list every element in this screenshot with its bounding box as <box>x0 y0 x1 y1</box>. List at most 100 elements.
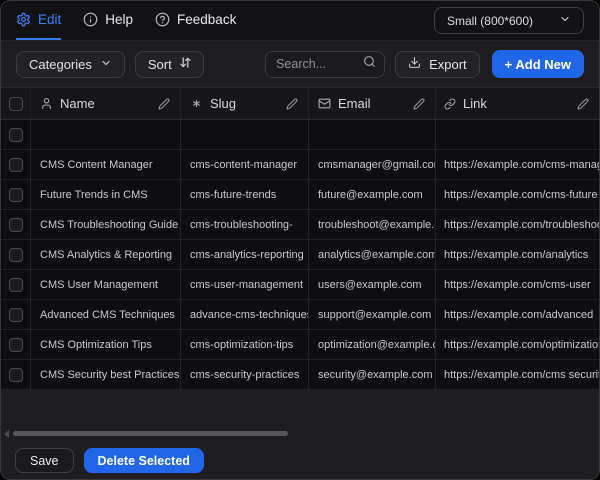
cell-link[interactable]: https://example.com/cms-future <box>436 180 599 209</box>
categories-dropdown[interactable]: Categories <box>16 50 125 78</box>
cell-link[interactable]: https://example.com/cms security <box>436 360 599 389</box>
cell-name[interactable]: CMS Analytics & Reporting <box>31 240 181 269</box>
column-label-name: Name <box>60 96 95 111</box>
column-header-name: Name <box>31 88 181 119</box>
horizontal-scrollbar[interactable] <box>13 431 288 436</box>
cell-link[interactable]: https://example.com/troubleshoot <box>436 210 599 239</box>
asterisk-icon <box>190 97 203 110</box>
chevron-down-icon <box>559 13 571 28</box>
row-checkbox-cell <box>1 300 31 329</box>
tab-feedback-label: Feedback <box>177 12 237 27</box>
size-select-value: Small (800*600) <box>446 13 533 28</box>
tab-edit-label: Edit <box>38 12 62 27</box>
edit-column-icon[interactable] <box>413 98 425 110</box>
cell-email[interactable]: troubleshoot@example.com <box>309 210 436 239</box>
search-input[interactable] <box>276 57 358 71</box>
cell-name[interactable]: CMS Troubleshooting Guide <box>31 210 181 239</box>
cell-slug[interactable]: cms-content-manager <box>181 150 309 179</box>
table-row <box>1 120 599 150</box>
row-checkbox-cell <box>1 360 31 389</box>
column-label-email: Email <box>338 96 371 111</box>
footer-buttons: Save Delete Selected <box>15 448 204 473</box>
cell-slug[interactable]: cms-analytics-reporting <box>181 240 309 269</box>
row-checkbox-cell <box>1 150 31 179</box>
cell-link[interactable]: https://example.com/cms-user <box>436 270 599 299</box>
row-checkbox[interactable] <box>8 307 23 322</box>
sort-arrows-icon <box>179 56 191 72</box>
column-header-slug: Slug <box>181 88 309 119</box>
edit-column-icon[interactable] <box>577 98 589 110</box>
edit-column-icon[interactable] <box>286 98 298 110</box>
table-row: CMS User Management cms-user-management … <box>1 270 599 300</box>
cell-email[interactable]: security@example.com <box>309 360 436 389</box>
sort-button[interactable]: Sort <box>134 50 204 78</box>
cell-link[interactable] <box>436 120 599 149</box>
scrollbar-left-arrow-icon[interactable] <box>4 430 9 438</box>
cell-link[interactable]: https://example.com/cms-manag <box>436 150 599 179</box>
cell-name[interactable] <box>31 120 181 149</box>
save-button[interactable]: Save <box>15 448 74 473</box>
tab-edit[interactable]: Edit <box>16 1 62 40</box>
cell-name[interactable]: CMS Content Manager <box>31 150 181 179</box>
row-checkbox[interactable] <box>8 337 23 352</box>
row-checkbox[interactable] <box>8 247 23 262</box>
cell-slug[interactable]: cms-troubleshooting- <box>181 210 309 239</box>
cell-email[interactable]: optimization@example.com <box>309 330 436 359</box>
add-new-label: + Add New <box>504 56 571 72</box>
row-checkbox[interactable] <box>8 157 23 172</box>
add-new-button[interactable]: + Add New <box>491 50 584 78</box>
person-icon <box>40 97 53 110</box>
table-row: CMS Content Manager cms-content-manager … <box>1 150 599 180</box>
cell-link[interactable]: https://example.com/optimization <box>436 330 599 359</box>
row-checkbox[interactable] <box>8 277 23 292</box>
row-checkbox[interactable] <box>8 187 23 202</box>
cell-slug[interactable] <box>181 120 309 149</box>
cell-email[interactable]: users@example.com <box>309 270 436 299</box>
cell-link[interactable]: https://example.com/advanced <box>436 300 599 329</box>
cell-name[interactable]: CMS User Management <box>31 270 181 299</box>
row-checkbox-cell <box>1 270 31 299</box>
table-row: CMS Optimization Tips cms-optimization-t… <box>1 330 599 360</box>
gear-icon <box>16 12 31 27</box>
cell-name[interactable]: Advanced CMS Techniques <box>31 300 181 329</box>
cell-slug[interactable]: cms-future-trends <box>181 180 309 209</box>
chevron-down-icon <box>100 57 112 72</box>
delete-selected-button[interactable]: Delete Selected <box>83 448 204 473</box>
row-checkbox-cell <box>1 240 31 269</box>
row-checkbox[interactable] <box>8 367 23 382</box>
row-checkbox[interactable] <box>8 127 23 142</box>
table-row: CMS Analytics & Reporting cms-analytics-… <box>1 240 599 270</box>
cell-name[interactable]: CMS Security best Practices <box>31 360 181 389</box>
cell-slug[interactable]: cms-user-management <box>181 270 309 299</box>
cell-name[interactable]: Future Trends in CMS <box>31 180 181 209</box>
column-header-link: Link <box>436 88 599 119</box>
cell-slug[interactable]: advance-cms-techniques <box>181 300 309 329</box>
cell-email[interactable]: analytics@example.com <box>309 240 436 269</box>
column-label-slug: Slug <box>210 96 237 111</box>
export-button[interactable]: Export <box>395 50 480 78</box>
top-bar: Edit Help Feedback Small (800*600) <box>1 1 599 41</box>
cell-email[interactable] <box>309 120 436 149</box>
cell-email[interactable]: support@example.com <box>309 300 436 329</box>
tab-help[interactable]: Help <box>83 1 133 40</box>
cell-link[interactable]: https://example.com/analytics <box>436 240 599 269</box>
save-button-label: Save <box>30 453 59 468</box>
table-row: CMS Security best Practices cms-security… <box>1 360 599 390</box>
edit-column-icon[interactable] <box>158 98 170 110</box>
cell-slug[interactable]: cms-security-practices <box>181 360 309 389</box>
search-icon <box>363 55 376 73</box>
cell-email[interactable]: cmsmanager@gmail.com <box>309 150 436 179</box>
table-row: CMS Troubleshooting Guide cms-troublesho… <box>1 210 599 240</box>
cell-name[interactable]: CMS Optimization Tips <box>31 330 181 359</box>
categories-label: Categories <box>29 56 92 72</box>
select-all-checkbox[interactable] <box>8 96 23 111</box>
bottom-panel: Save Delete Selected <box>1 390 599 479</box>
cell-slug[interactable]: cms-optimization-tips <box>181 330 309 359</box>
data-table: Name Slug Email Link CMS Content Manager… <box>1 88 599 390</box>
tab-feedback[interactable]: Feedback <box>155 1 236 40</box>
size-select[interactable]: Small (800*600) <box>433 7 584 34</box>
row-checkbox[interactable] <box>8 217 23 232</box>
link-icon <box>444 98 456 110</box>
cell-email[interactable]: future@example.com <box>309 180 436 209</box>
